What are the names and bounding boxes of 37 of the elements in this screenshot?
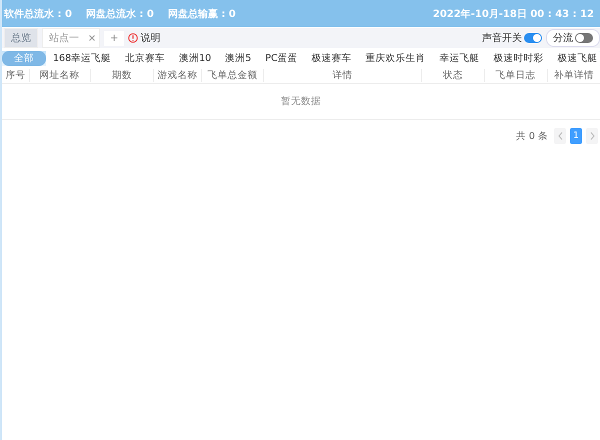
- warning-icon: [128, 33, 138, 43]
- category-tab[interactable]: PC蛋蛋: [258, 51, 305, 66]
- add-tab-button[interactable]: +: [104, 30, 124, 46]
- column-header: 补单详情: [554, 70, 594, 81]
- column-header: 飞单总金额: [207, 70, 258, 81]
- column-header: 期数: [112, 70, 132, 81]
- help-link[interactable]: 说明: [140, 31, 160, 45]
- stat-text: 软件总流水 : 0: [4, 7, 72, 20]
- next-page-button[interactable]: [586, 128, 598, 144]
- category-tab[interactable]: 极速赛车: [304, 51, 359, 66]
- prev-page-button[interactable]: [554, 128, 566, 144]
- toggle-switch[interactable]: [575, 33, 593, 43]
- chevron-right-icon: [590, 132, 594, 140]
- category-tab[interactable]: 澳洲10: [172, 51, 218, 66]
- column-header: 游戏名称: [158, 70, 198, 81]
- column-header: 飞单日志: [496, 70, 536, 81]
- category-tab[interactable]: 北京赛车: [118, 51, 172, 66]
- stat-text: 网盘总流水 : 0: [86, 7, 154, 20]
- toggle-label: 分流: [553, 32, 573, 45]
- empty-text: 暂无数据: [281, 95, 321, 108]
- category-tab[interactable]: 澳洲5: [218, 51, 258, 66]
- total-count: 共 0 条: [516, 130, 548, 142]
- column-header: 序号: [5, 70, 26, 81]
- datetime: 2022年-10月-18日 00 : 43 : 12: [432, 8, 594, 20]
- close-icon[interactable]: [89, 35, 95, 41]
- toggle-switch[interactable]: [524, 33, 542, 43]
- category-tab[interactable]: 重庆欢乐生肖: [358, 51, 433, 66]
- category-tab[interactable]: 极速时时彩: [486, 51, 551, 66]
- column-header: 网址名称: [40, 70, 80, 81]
- stat-text: 网盘总输赢 : 0: [168, 8, 236, 20]
- column-header: 状态: [442, 70, 463, 81]
- column-header: 详情: [332, 70, 352, 81]
- category-tab[interactable]: 幸运飞艇: [432, 51, 487, 66]
- category-tab[interactable]: 168幸运飞艇: [46, 51, 118, 66]
- toggle-label: 声音开关: [482, 32, 522, 45]
- category-tab[interactable]: 极速飞艇: [550, 51, 600, 66]
- chevron-left-icon: [558, 132, 562, 140]
